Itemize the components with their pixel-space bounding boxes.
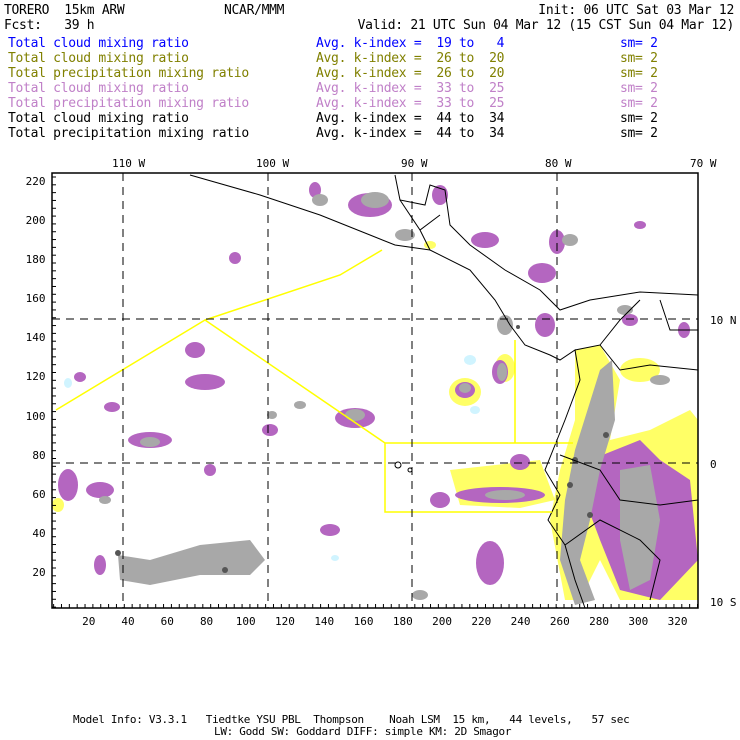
x-tick-label: 140 (314, 615, 335, 628)
lightblue-cloud-shading (64, 355, 480, 561)
y-tick-label: 80 (32, 448, 46, 462)
dark-core-shading (115, 325, 609, 573)
longitude-label: 80 W (545, 157, 572, 170)
y-tick-label: 40 (32, 526, 46, 540)
x-tick-label: 40 (121, 615, 135, 628)
x-tick-label: 160 (353, 615, 374, 628)
y-tick-label: 180 (25, 253, 46, 267)
model-info-line2: LW: Godd SW: Goddard DIFF: simple KM: 2D… (214, 725, 512, 738)
x-tick-label: 80 (199, 615, 214, 628)
y-tick-label: 200 (25, 214, 46, 227)
latitude-label: 10 S (710, 596, 737, 609)
shading-layer (52, 182, 698, 605)
y-tick-label: 140 (25, 331, 46, 345)
x-tick-label: 20 (82, 615, 96, 628)
y-tick-label: 220 (25, 174, 46, 188)
x-tick-label: 200 (432, 615, 452, 628)
x-tick-label: 100 (235, 615, 256, 628)
latitude-label: 0 (710, 458, 717, 471)
x-tick-label: 120 (275, 615, 295, 628)
x-tick-label: 240 (510, 615, 531, 628)
x-tick-label: 300 (628, 615, 649, 628)
latitude-label: 10 N (710, 314, 737, 327)
x-tick-label: 220 (471, 615, 492, 628)
longitude-label: 70 W (690, 157, 717, 170)
y-tick-label: 120 (25, 370, 46, 384)
x-tick-label: 260 (549, 615, 570, 628)
map-plot (51, 172, 699, 609)
y-tick-label: 20 (32, 565, 46, 579)
x-tick-label: 280 (589, 615, 609, 628)
weather-map-page: TORERO 15km ARW NCAR/MMM Init: 06 UTC Sa… (0, 0, 740, 740)
y-tick-label: 60 (32, 487, 46, 501)
longitude-label: 100 W (256, 157, 290, 170)
longitude-label: 110 W (112, 157, 146, 170)
x-tick-label: 320 (667, 615, 688, 628)
x-tick-label: 60 (160, 615, 174, 628)
y-tick-label: 160 (25, 292, 46, 306)
longitude-label: 90 W (401, 157, 428, 170)
x-tick-label: 180 (392, 615, 413, 628)
y-tick-label: 100 (25, 409, 46, 423)
